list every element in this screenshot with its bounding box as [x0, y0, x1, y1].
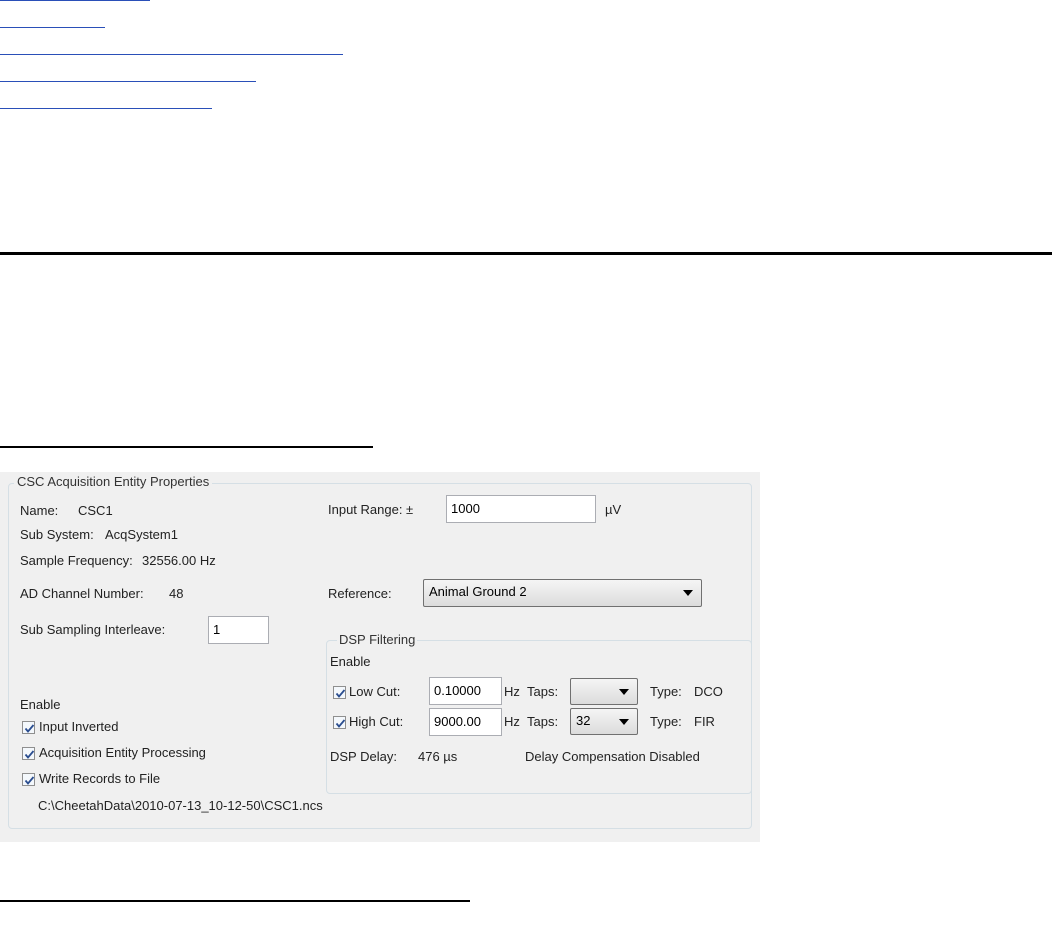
section-heading-underline-2 [0, 900, 470, 902]
write-records-checkbox[interactable] [22, 773, 35, 786]
input-inverted-label[interactable]: Input Inverted [39, 719, 119, 734]
low-taps-dropdown[interactable] [570, 678, 638, 705]
acq-processing-checkbox[interactable] [22, 747, 35, 760]
dsp-enable-label: Enable [330, 654, 371, 669]
high-cut-unit: Hz [504, 714, 520, 729]
sample-frequency-label: Sample Frequency: [20, 553, 133, 568]
ad-channel-label: AD Channel Number: [20, 586, 144, 601]
dsp-filtering-group: DSP Filtering Enable Low Cut: 0.10000 Hz… [326, 632, 752, 794]
low-type-value: DCO [694, 684, 723, 699]
checkmark-icon [335, 719, 346, 728]
low-type-label: Type: [650, 684, 682, 699]
input-range-input[interactable]: 1000 [446, 495, 596, 523]
horizontal-rule [0, 252, 1052, 255]
checkmark-icon [24, 750, 35, 759]
input-inverted-checkbox[interactable] [22, 721, 35, 734]
file-path: C:\CheetahData\2010-07-13_10-12-50\CSC1.… [38, 798, 323, 813]
checkmark-icon [24, 776, 35, 785]
link-underline-1[interactable] [0, 0, 150, 1]
reference-dropdown[interactable]: Animal Ground 2 [423, 579, 702, 607]
subsystem-label: Sub System: [20, 527, 94, 542]
group-title: CSC Acquisition Entity Properties [14, 474, 213, 489]
name-label: Name: [20, 503, 59, 518]
enable-label: Enable [20, 697, 61, 712]
input-range-label: Input Range: ± [328, 502, 414, 517]
reference-label: Reference: [328, 586, 392, 601]
chevron-down-icon [619, 689, 629, 695]
dsp-group-title: DSP Filtering [337, 632, 418, 647]
low-taps-label: Taps: [527, 684, 559, 699]
reference-value: Animal Ground 2 [429, 584, 527, 599]
high-taps-value: 32 [576, 713, 591, 728]
checkmark-icon [335, 689, 346, 698]
link-underline-4[interactable] [0, 81, 256, 82]
chevron-down-icon [683, 590, 693, 596]
low-cut-label[interactable]: Low Cut: [349, 684, 400, 699]
chevron-down-icon [619, 719, 629, 725]
link-underline-2[interactable] [0, 27, 105, 28]
low-cut-input[interactable]: 0.10000 [429, 677, 502, 705]
sub-sampling-input[interactable]: 1 [208, 616, 269, 644]
acq-processing-label[interactable]: Acquisition Entity Processing [39, 745, 206, 760]
high-type-value: FIR [694, 714, 715, 729]
dsp-delay-label: DSP Delay: [330, 749, 397, 764]
input-range-unit: µV [605, 502, 622, 517]
high-taps-label: Taps: [527, 714, 559, 729]
low-cut-unit: Hz [504, 684, 520, 699]
properties-dialog: CSC Acquisition Entity Properties Name: … [0, 472, 760, 842]
sample-frequency-value: 32556.00 Hz [142, 553, 216, 568]
high-cut-checkbox[interactable] [333, 716, 346, 729]
high-taps-dropdown[interactable]: 32 [570, 708, 638, 735]
subsystem-value: AcqSystem1 [105, 527, 178, 542]
delay-compensation-status: Delay Compensation Disabled [525, 749, 700, 764]
high-cut-label[interactable]: High Cut: [349, 714, 403, 729]
properties-group: CSC Acquisition Entity Properties Name: … [8, 474, 752, 829]
name-value: CSC1 [78, 503, 113, 518]
link-underline-5[interactable] [0, 108, 212, 109]
low-cut-checkbox[interactable] [333, 686, 346, 699]
ad-channel-value: 48 [169, 586, 184, 601]
checkmark-icon [24, 724, 35, 733]
sub-sampling-label: Sub Sampling Interleave: [20, 622, 166, 637]
section-heading-underline [0, 446, 373, 448]
write-records-label[interactable]: Write Records to File [39, 771, 160, 786]
high-cut-input[interactable]: 9000.00 [429, 708, 502, 736]
link-underline-3[interactable] [0, 54, 343, 55]
high-type-label: Type: [650, 714, 682, 729]
dsp-delay-value: 476 µs [418, 749, 458, 764]
